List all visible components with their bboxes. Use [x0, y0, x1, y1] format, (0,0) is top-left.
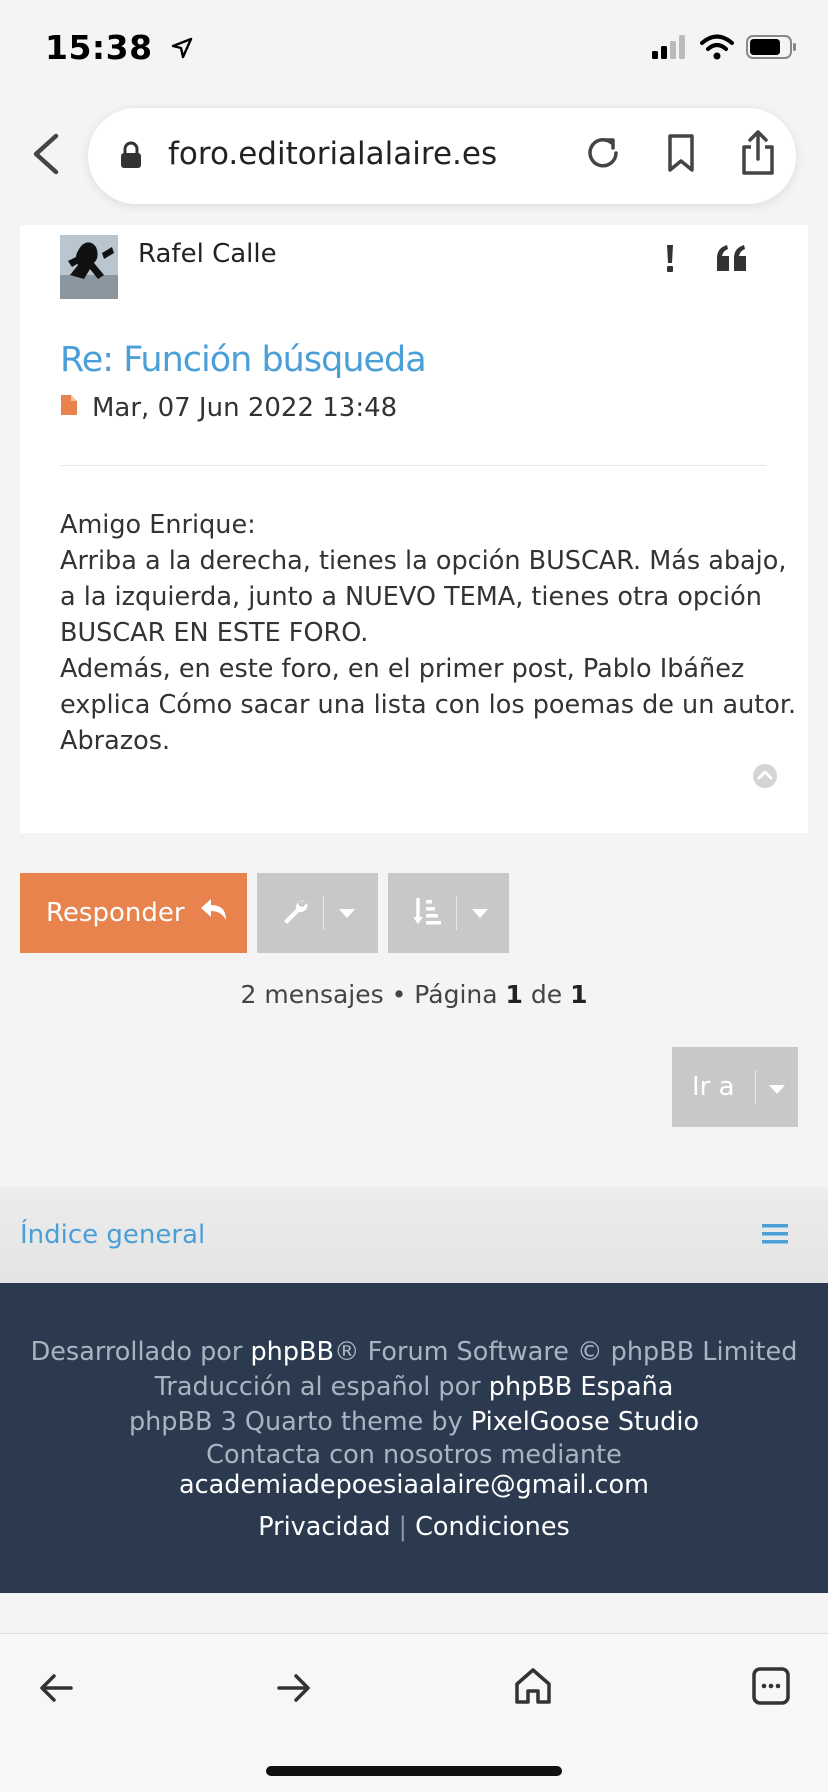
post-title[interactable]: Re: Función búsqueda [60, 340, 427, 380]
back-arrow-icon[interactable] [38, 1672, 74, 1708]
pixelgoose-link[interactable]: PixelGoose Studio [471, 1407, 699, 1437]
location-arrow-icon [171, 28, 193, 67]
home-icon[interactable] [514, 1667, 552, 1709]
caret-down-icon [338, 904, 356, 923]
report-icon[interactable] [664, 243, 676, 277]
post-line: Además, en este foro, en el primer post,… [60, 654, 745, 684]
wrench-icon [281, 897, 309, 929]
status-bar: 15:38 [0, 0, 828, 100]
forward-arrow-icon[interactable] [276, 1672, 312, 1708]
footer-credit-line: Desarrollado por phpBB® Forum Software ©… [0, 1335, 828, 1370]
page-total: 1 [570, 980, 588, 1009]
post-line: a la izquierda, junto a NUEVO TEMA, tien… [60, 582, 762, 612]
sort-dropdown-button[interactable] [388, 873, 509, 953]
pagination-middle: de [522, 980, 571, 1009]
sort-icon [412, 896, 442, 930]
page-footer: Desarrollado por phpBB® Forum Software ©… [0, 1283, 828, 1593]
quote-icon[interactable] [716, 244, 748, 276]
footer-text: Desarrollado por [30, 1337, 251, 1367]
caret-down-icon [768, 1072, 786, 1102]
post-card: Rafel Calle Re: Función búsqueda Mar, 07… [20, 225, 808, 833]
tabs-icon[interactable] [752, 1667, 790, 1709]
post-line: explica Cómo sacar una lista con los poe… [60, 690, 797, 720]
share-icon[interactable] [740, 130, 776, 180]
footer-links: Privacidad | Condiciones [0, 1510, 828, 1545]
terms-link[interactable]: Condiciones [415, 1512, 570, 1542]
post-date-text: Mar, 07 Jun 2022 13:48 [92, 393, 398, 423]
goto-dropdown-button[interactable]: Ir a [672, 1047, 798, 1127]
url-text[interactable]: foro.editorialalaire.es [168, 136, 497, 172]
footer-separator: | [398, 1512, 408, 1542]
signal-icon [652, 35, 688, 63]
post-file-icon[interactable] [60, 393, 78, 423]
page-current: 1 [505, 980, 523, 1009]
post-body: Amigo Enrique: Arriba a la derecha, tien… [60, 507, 797, 759]
footer-email-link[interactable]: academiadepoesiaalaire@gmail.com [0, 1470, 828, 1500]
pagination-prefix: 2 mensajes • Página [240, 980, 506, 1009]
post-line: Arriba a la derecha, tienes la opción BU… [60, 546, 787, 576]
footer-theme-line: phpBB 3 Quarto theme by PixelGoose Studi… [0, 1405, 828, 1440]
browser-toolbar: foro.editorialalaire.es [0, 100, 828, 225]
post-line: Amigo Enrique: [60, 510, 256, 540]
footer-contact-line: Contacta con nosotros mediante [206, 1440, 622, 1470]
footer-text: phpBB 3 Quarto theme by [128, 1407, 471, 1437]
clock-text: 15:38 [45, 28, 153, 67]
breadcrumb-bar: Índice general [0, 1187, 828, 1283]
footer-translation-line: Traducción al español por phpBB España [0, 1370, 828, 1405]
reply-label: Responder [46, 898, 185, 928]
battery-icon [746, 34, 798, 64]
address-bar[interactable]: foro.editorialalaire.es [88, 108, 796, 204]
tools-dropdown-button[interactable] [257, 873, 378, 953]
phpbb-espana-link[interactable]: phpBB España [489, 1372, 674, 1402]
caret-down-icon [471, 904, 489, 923]
status-time: 15:38 [45, 28, 193, 67]
browser-bottom-bar [0, 1633, 828, 1792]
footer-text: ® Forum Software © phpBB Limited [334, 1337, 798, 1367]
home-indicator [266, 1766, 562, 1776]
avatar[interactable] [60, 235, 118, 299]
reply-button[interactable]: Responder [20, 873, 247, 953]
scroll-top-icon[interactable] [752, 763, 778, 793]
reply-arrow-icon [199, 897, 229, 930]
lock-icon [120, 141, 142, 173]
chevron-left-icon[interactable] [28, 130, 64, 178]
pagination-info: 2 mensajes • Página 1 de 1 [0, 980, 828, 1009]
wifi-icon [700, 34, 734, 64]
goto-label: Ir a [692, 1072, 735, 1102]
privacy-link[interactable]: Privacidad [258, 1512, 390, 1542]
phpbb-link[interactable]: phpBB [250, 1337, 334, 1367]
post-line: BUSCAR EN ESTE FORO. [60, 618, 369, 648]
post-date: Mar, 07 Jun 2022 13:48 [60, 393, 397, 423]
breadcrumb-index[interactable]: Índice general [20, 1220, 205, 1250]
footer-text: Traducción al español por [154, 1372, 489, 1402]
reload-icon[interactable] [584, 134, 622, 176]
bookmark-icon[interactable] [666, 133, 696, 177]
post-line: Abrazos. [60, 726, 171, 756]
divider [60, 465, 766, 466]
hamburger-menu-icon[interactable] [762, 1223, 788, 1249]
post-author[interactable]: Rafel Calle [138, 239, 277, 269]
status-indicators [652, 34, 798, 64]
